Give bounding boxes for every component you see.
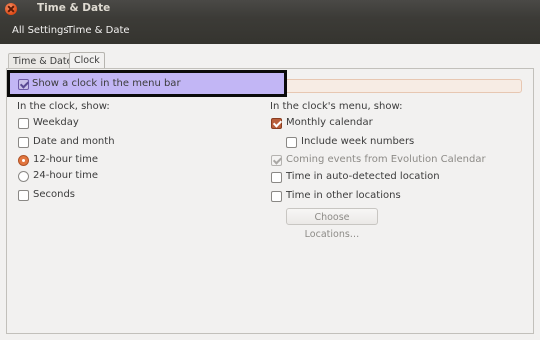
settings-toolbar: All Settings Time & Date [0, 18, 540, 44]
tab-time-date[interactable]: Time & Date [8, 53, 78, 69]
clock-section-heading: In the clock, show: [17, 101, 110, 112]
title-bar: Time & Date [0, 0, 540, 18]
show-clock-checkbox[interactable] [18, 79, 29, 90]
tab-clock[interactable]: Clock [69, 52, 105, 69]
week-numbers-label: Include week numbers [301, 136, 415, 147]
monthly-calendar-checkbox[interactable] [271, 118, 282, 129]
all-settings-button[interactable]: All Settings [12, 25, 69, 36]
weekday-label: Weekday [33, 117, 79, 128]
other-locations-checkbox[interactable] [271, 191, 282, 202]
show-clock-label: Show a clock in the menu bar [32, 78, 181, 89]
close-icon[interactable] [5, 3, 17, 15]
hour24-radio[interactable] [18, 171, 29, 182]
show-clock-highlight[interactable]: Show a clock in the menu bar [7, 70, 287, 97]
other-locations-label: Time in other locations [286, 190, 401, 201]
date-month-label: Date and month [33, 136, 115, 147]
auto-location-label: Time in auto-detected location [286, 171, 440, 182]
window-title: Time & Date [37, 2, 111, 14]
menu-section-heading: In the clock's menu, show: [270, 101, 403, 112]
breadcrumb-time-date[interactable]: Time & Date [67, 25, 130, 36]
hour12-radio[interactable] [18, 155, 29, 166]
weekday-checkbox[interactable] [18, 118, 29, 129]
coming-events-label: Coming events from Evolution Calendar [286, 154, 486, 165]
coming-events-checkbox [271, 155, 282, 166]
hour24-label: 24-hour time [33, 170, 99, 181]
seconds-label: Seconds [33, 189, 76, 200]
choose-locations-button: Choose Locations… [286, 208, 378, 240]
week-numbers-checkbox[interactable] [286, 137, 297, 148]
auto-location-checkbox[interactable] [271, 172, 282, 183]
monthly-calendar-label: Monthly calendar [286, 117, 373, 128]
hour12-label: 12-hour time [33, 154, 99, 165]
date-month-checkbox[interactable] [18, 137, 29, 148]
seconds-checkbox[interactable] [18, 190, 29, 201]
